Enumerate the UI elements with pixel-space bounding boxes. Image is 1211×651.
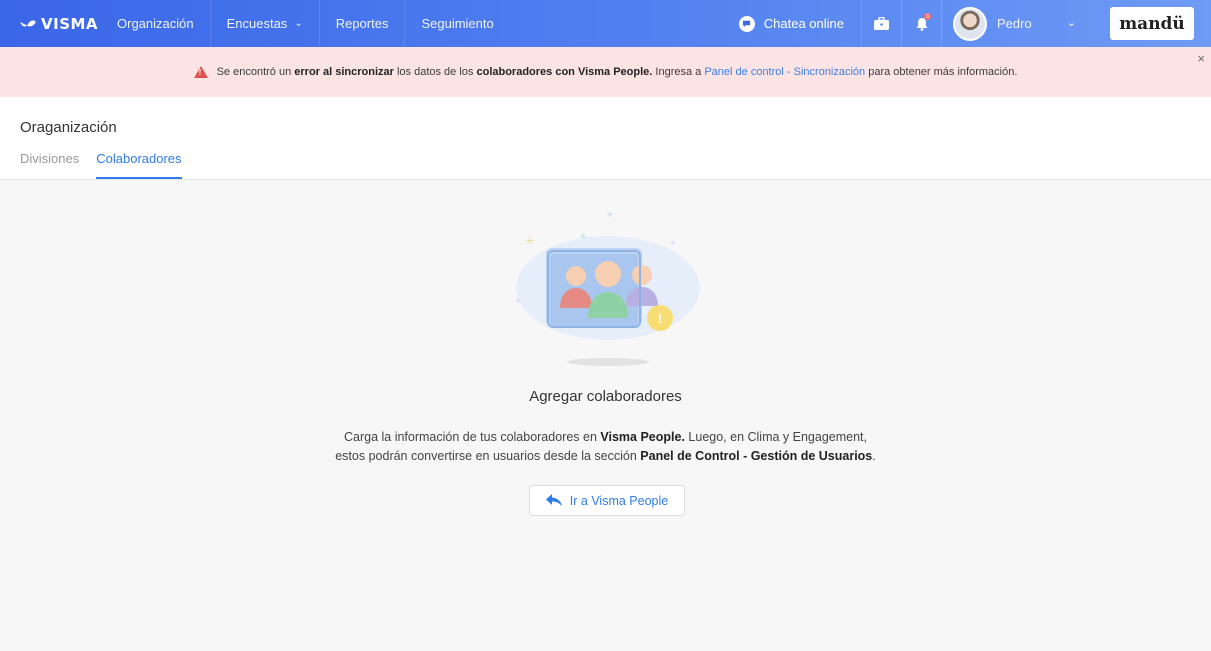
sync-settings-link[interactable]: Panel de control - Sincronización bbox=[704, 66, 865, 78]
main-menu: Organización Encuestas ⌄ Reportes Seguim… bbox=[101, 0, 510, 47]
sparkle-icon: + bbox=[525, 233, 534, 250]
sparkle-icon: + bbox=[607, 210, 613, 221]
visma-logo[interactable]: VISMA bbox=[19, 15, 99, 33]
go-to-visma-people-button[interactable]: Ir a Visma People bbox=[529, 485, 685, 516]
empty-state-title: Agregar colaboradores bbox=[529, 388, 682, 405]
page-title: Oraganización bbox=[20, 119, 117, 136]
chat-online-button[interactable]: Chatea online bbox=[725, 0, 862, 47]
nav-item-encuestas[interactable]: Encuestas ⌄ bbox=[211, 0, 320, 47]
reply-arrow-icon bbox=[545, 494, 562, 507]
empty-state-illustration: + + + + + + ! bbox=[515, 210, 700, 366]
notification-badge: 3 bbox=[924, 13, 931, 20]
button-label: Ir a Visma People bbox=[569, 493, 669, 508]
empty-state-description: Carga la información de tus colaboradore… bbox=[335, 430, 876, 463]
nav-item-label: Encuestas bbox=[226, 16, 288, 31]
chevron-down-icon: ⌄ bbox=[1066, 17, 1076, 29]
sync-error-banner: ! Se encontró un error al sincronizar lo… bbox=[0, 47, 1211, 97]
page-header: Oraganización Divisiones Colaboradores bbox=[0, 97, 1211, 180]
notifications-button[interactable]: 3 bbox=[902, 0, 942, 47]
avatar bbox=[953, 6, 987, 41]
nav-item-seguimiento[interactable]: Seguimiento bbox=[405, 0, 509, 47]
nav-right-group: Chatea online 3 Pedro ⌄ mandü bbox=[725, 0, 1211, 47]
chevron-down-icon: ⌄ bbox=[294, 18, 303, 29]
briefcase-button[interactable] bbox=[862, 0, 902, 47]
nav-item-label: Seguimiento bbox=[421, 16, 494, 31]
tab-colaboradores[interactable]: Colaboradores bbox=[96, 151, 182, 179]
alert-icon: ! bbox=[658, 311, 662, 326]
visma-swoosh-icon bbox=[20, 19, 36, 27]
logo-text: VISMA bbox=[41, 14, 99, 33]
top-navbar: VISMA Organización Encuestas ⌄ Reportes … bbox=[0, 0, 1211, 47]
user-menu[interactable]: Pedro ⌄ bbox=[942, 0, 1110, 47]
warning-icon: ! bbox=[193, 66, 208, 78]
tab-divisiones[interactable]: Divisiones bbox=[20, 151, 79, 179]
briefcase-icon bbox=[874, 17, 889, 30]
nav-item-reportes[interactable]: Reportes bbox=[320, 0, 406, 47]
close-icon[interactable]: × bbox=[1197, 51, 1205, 66]
nav-item-organizacion[interactable]: Organización bbox=[101, 0, 211, 47]
banner-text: Se encontró un error al sincronizar los … bbox=[216, 66, 1018, 78]
user-name: Pedro bbox=[997, 16, 1032, 31]
sparkle-icon: + bbox=[670, 238, 675, 248]
tab-bar: Divisiones Colaboradores bbox=[20, 151, 199, 179]
chat-label: Chatea online bbox=[763, 16, 844, 31]
nav-item-label: Organización bbox=[117, 16, 194, 31]
mandu-logo[interactable]: mandü bbox=[1110, 7, 1194, 40]
nav-item-label: Reportes bbox=[335, 16, 389, 31]
chat-icon bbox=[738, 15, 755, 32]
